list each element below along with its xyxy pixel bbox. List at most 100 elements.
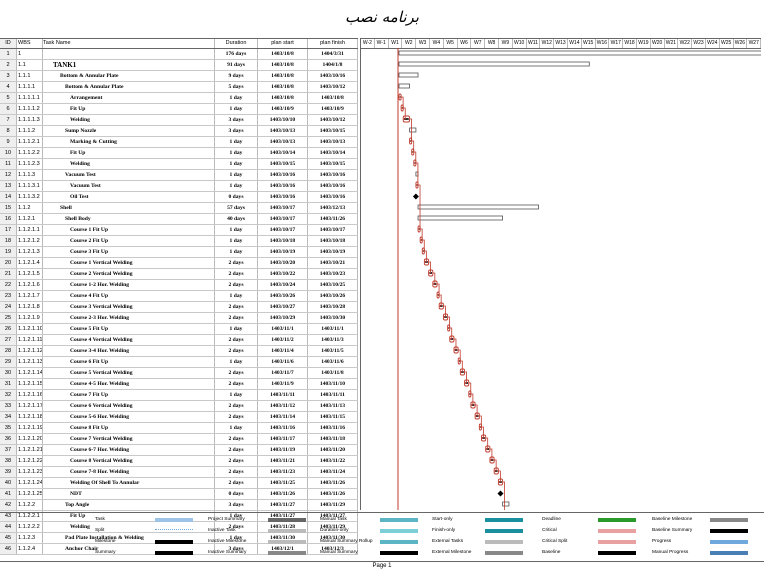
table-row[interactable]: 27 1.1.2.1.11 Course 4 Vertical Welding 2 d…: [0, 335, 358, 346]
summary-bar[interactable]: [398, 50, 761, 56]
table-row[interactable]: 9 1.1.1.2.1 Marking & Cutting 1 day 1403/10/…: [0, 137, 358, 148]
row-task-name: Vacuum Test: [43, 170, 215, 180]
row-duration: 1 day: [215, 159, 258, 169]
legend-label: Manual Task: [320, 517, 347, 522]
row-plan-finish: 1403/10/12: [308, 82, 358, 92]
week-label: W13: [554, 39, 568, 48]
row-plan-finish: 1403/10/30: [308, 313, 358, 323]
row-wbs: 1.1.2.1.19: [18, 423, 43, 433]
table-row[interactable]: 1 1 176 days 1403/10/8 1404/3/31: [0, 49, 358, 60]
table-row[interactable]: 29 1.1.2.1.13 Course 6 Fit Up 1 day 1403/11/…: [0, 357, 358, 368]
milestone-marker[interactable]: [412, 193, 419, 200]
task-table: ID WBS Task Name Duration plan start pla…: [0, 38, 358, 555]
summary-bar[interactable]: [502, 501, 510, 507]
table-row[interactable]: 40 1.1.2.1.24 Welding Of Shell To Annular 2…: [0, 478, 358, 489]
row-plan-finish: 1403/10/16: [308, 181, 358, 191]
table-row[interactable]: 16 1.1.2.1 Shell Body 40 days 1403/10/17 1403…: [0, 214, 358, 225]
table-row[interactable]: 10 1.1.1.2.2 Fit Up 1 day 1403/10/14 1403/10/…: [0, 148, 358, 159]
table-row[interactable]: 18 1.1.2.1.2 Course 2 Fit Up 1 day 1403/10/1…: [0, 236, 358, 247]
row-wbs: 1.1.1.2.1: [17, 137, 43, 147]
table-row[interactable]: 20 1.1.2.1.4 Course 1 Vertical Welding 2 da…: [0, 258, 358, 269]
table-row[interactable]: 37 1.1.2.1.21 Course 6-7 Hor. Welding 2 day…: [0, 445, 358, 456]
table-row[interactable]: 13 1.1.1.3.1 Vacuum Test 1 day 1403/10/16 140…: [0, 181, 358, 192]
week-label: W18: [623, 39, 637, 48]
row-id: 41: [0, 489, 17, 499]
row-id: 39: [0, 467, 17, 477]
table-row[interactable]: 21 1.1.2.1.5 Course 2 Vertical Welding 2 da…: [0, 269, 358, 280]
table-row[interactable]: 19 1.1.2.1.3 Course 3 Fit Up 1 day 1403/10/1…: [0, 247, 358, 258]
legend-swatch: [155, 551, 193, 555]
table-row[interactable]: 5 1.1.1.1.1 Arrangement 1 day 1403/10/8 1403/…: [0, 93, 358, 104]
week-label: W23: [692, 39, 706, 48]
summary-bar[interactable]: [398, 72, 419, 78]
row-id: 2: [0, 60, 17, 70]
table-row[interactable]: 34 1.1.2.1.18 Course 5-6 Hor. Welding 2 day…: [0, 412, 358, 423]
table-row[interactable]: 31 1.1.2.1.15 Course 4-5 Hor. Welding 2 day…: [0, 379, 358, 390]
table-row[interactable]: 41 1.1.2.1.25 NDT 0 days 1403/11/26 1403/11/2…: [0, 489, 358, 500]
summary-bar[interactable]: [398, 83, 410, 89]
table-row[interactable]: 28 1.1.2.1.12 Course 3-4 Hor. Welding 2 day…: [0, 346, 358, 357]
row-plan-finish: 1403/10/9: [308, 104, 358, 114]
legend-label: Baseline: [542, 550, 561, 555]
row-plan-start: 1403/10/14: [258, 148, 308, 158]
row-wbs: 1.1.1.2.3: [17, 159, 43, 169]
row-duration: 5 days: [215, 82, 258, 92]
table-row[interactable]: 24 1.1.2.1.8 Course 3 Vertical Welding 2 da…: [0, 302, 358, 313]
row-duration: 2 days: [215, 434, 258, 444]
table-row[interactable]: 42 1.1.2.2 Top Angle 3 days 1403/11/27 1403/1…: [0, 500, 358, 511]
row-wbs: 1.1.2.1.3: [17, 247, 43, 257]
table-row[interactable]: 26 1.1.2.1.10 Course 5 Fit Up 1 day 1403/11/…: [0, 324, 358, 335]
row-duration: 1 day: [215, 137, 258, 147]
row-plan-finish: 1403/11/1: [308, 324, 358, 334]
table-row[interactable]: 17 1.1.2.1.1 Course 1 Fit Up 1 day 1403/10/1…: [0, 225, 358, 236]
row-wbs: 1.1.2.1.6: [17, 280, 43, 290]
week-label: W15: [582, 39, 596, 48]
table-row[interactable]: 15 1.1.2 Shell 57 days 1403/10/17 1403/12/13: [0, 203, 358, 214]
table-row[interactable]: 7 1.1.1.1.3 Welding 3 days 1403/10/10 1403/10…: [0, 115, 358, 126]
legend-swatch: [380, 529, 418, 533]
row-duration: 2 days: [215, 456, 258, 466]
table-row[interactable]: 30 1.1.2.1.14 Course 5 Vertical Welding 2 d…: [0, 368, 358, 379]
row-task-name: Vacuum Test: [43, 181, 215, 191]
legend-label: Baseline Summary: [652, 528, 693, 533]
table-row[interactable]: 12 1.1.1.3 Vacuum Test 1 day 1403/10/16 1403/…: [0, 170, 358, 181]
row-wbs: 1.1.2.1.16: [18, 390, 43, 400]
row-wbs: 1.1.2.1.2: [17, 236, 43, 246]
table-row[interactable]: 2 1.1 TANK1 91 days 1403/10/8 1404/1/8: [0, 60, 358, 71]
table-row[interactable]: 35 1.1.2.1.19 Course 8 Fit Up 1 day 1403/11/…: [0, 423, 358, 434]
table-row[interactable]: 33 1.1.2.1.17 Course 6 Vertical Welding 2 d…: [0, 401, 358, 412]
row-wbs: 1.1.2.1.24: [18, 478, 43, 488]
week-label: W12: [540, 39, 555, 48]
row-id: 13: [0, 181, 17, 191]
row-plan-finish: 1403/11/24: [308, 467, 358, 477]
row-id: 25: [0, 313, 17, 323]
row-plan-finish: 1403/10/14: [308, 148, 358, 158]
row-task-name: Course 6 Fit Up: [43, 357, 215, 367]
table-row[interactable]: 32 1.1.2.1.16 Course 7 Fit Up 1 day 1403/11/…: [0, 390, 358, 401]
table-row[interactable]: 11 1.1.1.2.3 Welding 1 day 1403/10/15 1403/10…: [0, 159, 358, 170]
legend-swatch: [710, 529, 748, 533]
table-row[interactable]: 14 1.1.1.3.2 Oil Test 0 days 1403/10/16 1403/…: [0, 192, 358, 203]
row-plan-start: 1403/10/8: [258, 60, 308, 70]
table-row[interactable]: 22 1.1.2.1.6 Course 1-2 Hor. Welding 2 days…: [0, 280, 358, 291]
table-row[interactable]: 23 1.1.2.1.7 Course 4 Fit Up 1 day 1403/10/2…: [0, 291, 358, 302]
table-row[interactable]: 38 1.1.2.1.22 Course 8 Vertical Welding 2 d…: [0, 456, 358, 467]
page-title: برنامه نصب: [345, 8, 419, 26]
milestone-marker[interactable]: [497, 490, 504, 497]
table-row[interactable]: 6 1.1.1.1.2 Fit Up 1 day 1403/10/9 1403/10/9: [0, 104, 358, 115]
table-row[interactable]: 3 1.1.1 Bottom & Annular Plate 9 days 1403/1…: [0, 71, 358, 82]
table-row[interactable]: 39 1.1.2.1.23 Course 7-8 Hor. Welding 2 day…: [0, 467, 358, 478]
summary-bar[interactable]: [398, 61, 590, 67]
legend-label: Finish-only: [432, 528, 456, 533]
summary-bar[interactable]: [409, 127, 417, 133]
summary-bar[interactable]: [417, 215, 503, 221]
summary-bar[interactable]: [417, 204, 539, 210]
row-wbs: 1.1.2.1: [17, 214, 43, 224]
table-row[interactable]: 25 1.1.2.1.9 Course 2-3 Hor. Welding 2 days…: [0, 313, 358, 324]
table-row[interactable]: 4 1.1.1.1 Bottom & Annular Plate 5 days 1403…: [0, 82, 358, 93]
row-wbs: 1.1.2.1.18: [18, 412, 43, 422]
table-row[interactable]: 36 1.1.2.1.20 Course 7 Vertical Welding 2 d…: [0, 434, 358, 445]
row-wbs: 1.1.2.1.22: [18, 456, 43, 466]
row-plan-finish: 1403/10/18: [308, 236, 358, 246]
table-row[interactable]: 8 1.1.1.2 Sump Nozzle 3 days 1403/10/13 1403/…: [0, 126, 358, 137]
